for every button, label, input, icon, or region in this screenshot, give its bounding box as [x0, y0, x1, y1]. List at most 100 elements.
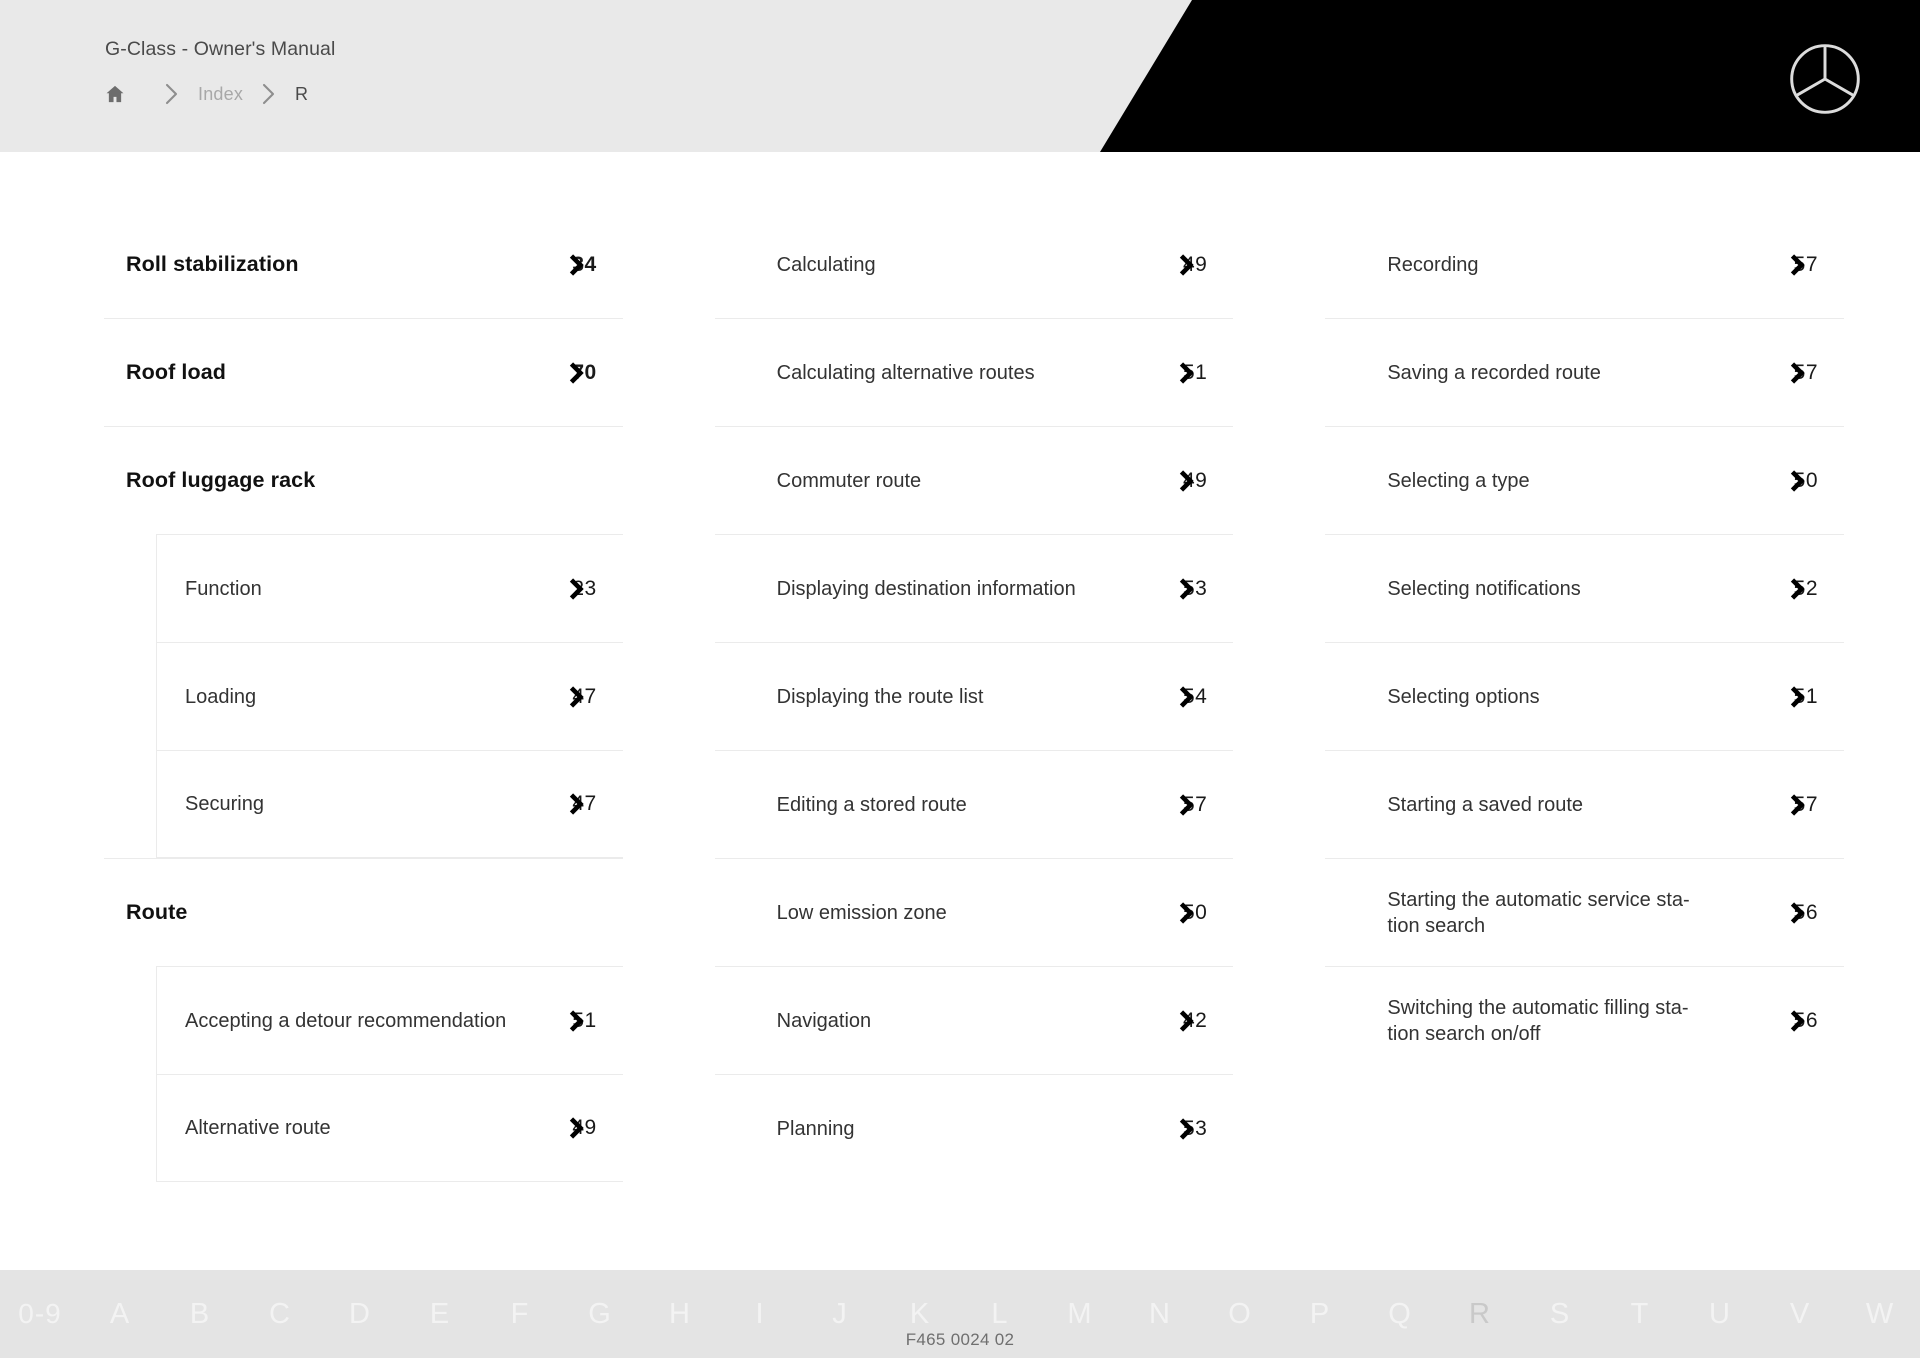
index-entry-link[interactable]: Selecting a type 50 [1325, 426, 1845, 534]
alphabet-nav-item-q[interactable]: Q [1360, 1299, 1440, 1329]
index-entry-link[interactable]: Selecting notifications 52 [1325, 534, 1845, 642]
page-number: 49 [1182, 468, 1208, 492]
index-page-reference[interactable]: 57 [1778, 253, 1818, 277]
alphabet-nav-item-l[interactable]: L [960, 1299, 1040, 1329]
alphabet-nav-item-f[interactable]: F [480, 1299, 560, 1329]
page-number: 54 [1182, 684, 1208, 708]
alphabet-nav-item-t[interactable]: T [1600, 1299, 1680, 1329]
index-entry-link[interactable]: Starting a saved route 57 [1325, 750, 1845, 858]
index-entry-link[interactable]: Displaying destination information 53 [714, 534, 1234, 642]
index-page-reference[interactable]: 34 [557, 253, 597, 277]
index-columns: Roll stabilization 34 Roof load 70 Roof lugg… [104, 210, 1845, 1182]
index-entry-link[interactable]: Editing a stored route 57 [714, 750, 1234, 858]
index-entry-heading: Route [104, 858, 623, 966]
alphabet-nav-item-k[interactable]: K [880, 1299, 960, 1329]
index-entry-link[interactable]: Navigation 42 [714, 966, 1234, 1074]
index-entry-label: Alternative route [185, 1117, 331, 1139]
alphabet-nav-item-s[interactable]: S [1520, 1299, 1600, 1329]
index-entry-label: Roof luggage rack [126, 467, 316, 492]
page-number: 56 [1793, 900, 1819, 924]
alphabet-nav-item-v[interactable]: V [1760, 1299, 1840, 1329]
index-page-reference[interactable]: 52 [1778, 577, 1818, 601]
index-page-reference[interactable]: 70 [557, 361, 597, 385]
index-entry-link[interactable]: Calculating alternative routes 51 [714, 318, 1234, 426]
index-page-reference[interactable]: 49 [1167, 469, 1207, 493]
index-entry-link[interactable]: Roll stabilization 34 [104, 210, 623, 318]
alphabet-nav-item-w[interactable]: W [1840, 1299, 1920, 1329]
index-page-reference[interactable]: 23 [557, 577, 597, 601]
index-entry-label: Displaying the route list [776, 685, 984, 708]
index-page-reference[interactable]: 49 [1167, 253, 1207, 277]
page-number: 23 [572, 576, 597, 600]
index-entry-link[interactable]: Switching the automatic filling sta-tion… [1325, 966, 1845, 1074]
alphabet-nav-item-r[interactable]: R [1440, 1299, 1520, 1329]
index-entry-link[interactable]: Starting the automatic service sta-tion … [1325, 858, 1845, 966]
index-entry-label: Navigation [776, 1009, 872, 1032]
page-number: 52 [1793, 576, 1819, 600]
alphabet-nav-item-i[interactable]: I [720, 1299, 800, 1329]
index-entry-label: Low emission zone [776, 901, 947, 924]
index-entry-label: Function [185, 577, 262, 600]
alphabet-nav-item-d[interactable]: D [320, 1299, 400, 1329]
index-page-reference[interactable]: 50 [1167, 901, 1207, 925]
index-page-reference[interactable]: 51 [1778, 685, 1818, 709]
index-page-reference[interactable]: 56 [1778, 1009, 1818, 1033]
index-page-reference[interactable]: 47 [557, 792, 597, 816]
index-entry-link[interactable]: Securing 47 [157, 750, 623, 858]
page-number: 53 [1182, 1116, 1208, 1140]
page-footer: 0-9 A B C D E F G H I J K L M N O P Q R S T U V W F465 0024 02 [0, 1270, 1920, 1358]
index-page-reference[interactable]: 53 [1167, 1117, 1207, 1141]
alphabet-nav-item-g[interactable]: G [560, 1299, 640, 1329]
index-page-reference[interactable]: 49 [557, 1116, 597, 1140]
index-entry-label: Planning [776, 1117, 855, 1140]
alphabet-nav-item-m[interactable]: M [1040, 1299, 1120, 1329]
index-entry-label: Accepting a detour recommendation [185, 1009, 507, 1032]
alphabet-nav-item-c[interactable]: C [240, 1299, 320, 1329]
breadcrumb-item-index[interactable]: Index [198, 84, 243, 105]
index-page-reference[interactable]: 57 [1778, 361, 1818, 385]
page-number: 57 [1793, 792, 1819, 816]
page-number: 47 [572, 792, 597, 815]
index-subgroup: Accepting a detour recommendation 51 Alter… [156, 966, 623, 1182]
alphabet-nav-item-o[interactable]: O [1200, 1299, 1280, 1329]
page-header: G-Class - Owner's Manual Index R [0, 0, 1920, 152]
home-icon[interactable] [104, 83, 126, 105]
alphabet-nav-item-u[interactable]: U [1680, 1299, 1760, 1329]
index-entry-link[interactable]: Roof load 70 [104, 318, 623, 426]
index-entry-link[interactable]: Function 23 [157, 534, 623, 642]
index-entry-link[interactable]: Calculating 49 [715, 210, 1234, 318]
index-entry-link[interactable]: Loading 47 [157, 642, 623, 750]
alphabet-nav-item-b[interactable]: B [160, 1299, 240, 1329]
index-entry-link[interactable]: Saving a recorded route 57 [1325, 318, 1845, 426]
index-page-reference[interactable]: 56 [1778, 901, 1818, 925]
index-entry-label: Selecting options [1387, 685, 1540, 708]
alphabet-nav-item-a[interactable]: A [80, 1299, 160, 1329]
index-page-reference[interactable]: 47 [557, 685, 597, 709]
index-page-reference[interactable]: 51 [1167, 361, 1207, 385]
index-entry-label: Starting a saved route [1387, 793, 1584, 816]
index-entry-link[interactable]: Accepting a detour recommendation 51 [157, 966, 623, 1074]
index-entry-link[interactable]: Selecting options 51 [1325, 642, 1845, 750]
index-entry-link[interactable]: Planning 53 [714, 1074, 1234, 1182]
index-page-reference[interactable]: 51 [557, 1009, 597, 1033]
alphabet-nav-item-h[interactable]: H [640, 1299, 720, 1329]
index-page-reference[interactable]: 42 [1167, 1009, 1207, 1033]
alphabet-nav-item-j[interactable]: J [800, 1299, 880, 1329]
index-page-reference[interactable]: 50 [1778, 469, 1818, 493]
alphabet-nav-item-e[interactable]: E [400, 1299, 480, 1329]
index-page-reference[interactable]: 57 [1778, 793, 1818, 817]
alphabet-nav-item-n[interactable]: N [1120, 1299, 1200, 1329]
index-page-reference[interactable]: 54 [1167, 685, 1207, 709]
index-entry-link[interactable]: Low emission zone 50 [714, 858, 1234, 966]
index-entry-link[interactable]: Displaying the route list 54 [714, 642, 1234, 750]
index-entry-link[interactable]: Alternative route 49 [157, 1074, 623, 1182]
index-page-reference[interactable]: 53 [1167, 577, 1207, 601]
index-entry-link[interactable]: Commuter route 49 [714, 426, 1234, 534]
index-entry-link[interactable]: Recording 57 [1325, 210, 1844, 318]
page-number: 34 [572, 252, 597, 276]
index-entry-label: Commuter route [776, 469, 922, 492]
alphabet-nav-item-09[interactable]: 0-9 [0, 1300, 80, 1328]
index-entry-label: Calculating [776, 253, 876, 276]
index-page-reference[interactable]: 57 [1167, 793, 1207, 817]
alphabet-nav-item-p[interactable]: P [1280, 1299, 1360, 1329]
